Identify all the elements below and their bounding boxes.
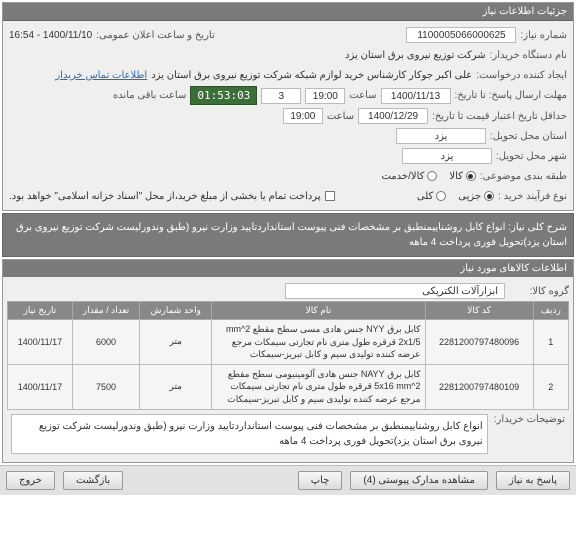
days-value: 3	[261, 88, 301, 104]
time-label-1: ساعت	[349, 90, 376, 101]
row-validity: حداقل تاریخ اعتبار قیمت تا تاریخ: 1400/1…	[9, 106, 567, 126]
deliver-city-label: شهر محل تحویل:	[496, 151, 567, 162]
reply-deadline-date: 1400/11/13	[381, 88, 451, 104]
row-deliver-city: شهر محل تحویل: یزد	[9, 146, 567, 166]
buy-type-radio-group: جزیی کلی	[417, 191, 494, 202]
items-table: ردیف کد کالا نام کالا واحد شمارش تعداد /…	[7, 301, 569, 410]
validity-label: حداقل تاریخ اعتبار قیمت تا تاریخ:	[432, 111, 567, 122]
radio-icon	[466, 171, 476, 181]
buy-type-opt-0: جزیی	[458, 191, 481, 202]
group-label: گروه کالا:	[509, 286, 569, 297]
buy-type-label: نوع فرآیند خرید :	[498, 191, 567, 202]
buyer-org-value: شرکت توزیع نیروی برق استان یزد	[345, 50, 486, 61]
radio-icon	[427, 171, 437, 181]
group-row: گروه کالا: ابزارآلات الکتریکی	[7, 281, 569, 301]
validity-time: 19:00	[283, 108, 323, 124]
explain-label: توضیحات خریدار:	[494, 414, 565, 425]
explain-text: انواع کابل روشناییمنطبق بر مشخصات فنی پی…	[11, 414, 488, 454]
class-label: طبقه بندی موضوعی:	[480, 171, 567, 182]
col-unit: واحد شمارش	[140, 302, 212, 320]
row-need-no: شماره نیاز: 1100005066000625 تاریخ و ساع…	[9, 25, 567, 45]
requester-label: ایجاد کننده درخواست:	[476, 70, 567, 81]
table-row: 22281200797480109کابل برق NAYY جنس هادی …	[8, 364, 569, 409]
cell-unit: متر	[140, 364, 212, 409]
items-header: اطلاعات کالاهای مورد نیاز	[3, 260, 573, 277]
docs-button[interactable]: مشاهده مدارک پیوستی (4)	[350, 471, 488, 490]
row-deliver-province: استان محل تحویل: یزد	[9, 126, 567, 146]
buy-type-radio-1[interactable]: جزیی	[458, 191, 494, 202]
reply-button[interactable]: پاسخ به نیاز	[496, 471, 570, 490]
deliver-city-value: یزد	[402, 148, 492, 164]
reply-deadline-time: 19:00	[305, 88, 345, 104]
items-panel: اطلاعات کالاهای مورد نیاز گروه کالا: ابز…	[2, 259, 574, 463]
overview-box: شرح کلی نیاز: انواع کابل روشناییمنطبق بر…	[2, 213, 574, 257]
buy-type-radio-2[interactable]: کلی	[417, 191, 446, 202]
cell-date: 1400/11/17	[8, 364, 73, 409]
overview-label: شرح کلی نیاز:	[508, 222, 567, 233]
deliver-province-value: یزد	[396, 128, 486, 144]
main-panel: جزئیات اطلاعات نیاز شماره نیاز: 11000050…	[2, 2, 574, 211]
back-button[interactable]: بازگشت	[63, 471, 123, 490]
need-no-value: 1100005066000625	[406, 27, 516, 43]
class-opt-0: کالا	[449, 171, 463, 182]
print-button[interactable]: چاپ	[298, 471, 343, 490]
info-body: شماره نیاز: 1100005066000625 تاریخ و ساع…	[3, 21, 573, 210]
cell-name: کابل برق NAYY جنس هادی آلومینیومی سطح مق…	[212, 364, 425, 409]
class-opt-1: کالا/خدمت	[381, 171, 424, 182]
button-bar: پاسخ به نیاز مشاهده مدارک پیوستی (4) چاپ…	[0, 465, 576, 495]
cell-qty: 6000	[72, 320, 139, 365]
class-radio-2[interactable]: کالا/خدمت	[381, 171, 437, 182]
col-idx: ردیف	[533, 302, 568, 320]
class-radio-1[interactable]: کالا	[449, 171, 476, 182]
countdown-timer: 01:53:03	[190, 86, 257, 105]
cell-idx: 1	[533, 320, 568, 365]
requester-value: علی اکبر جوکار کارشناس خرید لوازم شبکه ش…	[151, 70, 472, 81]
reply-deadline-label: مهلت ارسال پاسخ: تا تاریخ:	[455, 90, 567, 101]
validity-date: 1400/12/29	[358, 108, 428, 124]
radio-icon	[484, 191, 494, 201]
row-class: طبقه بندی موضوعی: کالا کالا/خدمت	[9, 166, 567, 186]
group-value: ابزارآلات الکتریکی	[285, 283, 505, 299]
remaining-label: ساعت باقی مانده	[113, 90, 186, 101]
exit-button[interactable]: خروج	[6, 471, 55, 490]
row-requester: ایجاد کننده درخواست: علی اکبر جوکار کارش…	[9, 65, 567, 85]
cell-name: کابل برق NYY جنس هادی مسی سطح مقطع mm^2 …	[212, 320, 425, 365]
need-no-label: شماره نیاز:	[520, 30, 567, 41]
row-reply-deadline: مهلت ارسال پاسخ: تا تاریخ: 1400/11/13 سا…	[9, 85, 567, 106]
time-label-2: ساعت	[327, 111, 354, 122]
cell-code: 2281200797480096	[425, 320, 533, 365]
pub-datetime-value: 1400/11/10 - 16:54	[9, 30, 92, 41]
deliver-province-label: استان محل تحویل:	[490, 131, 567, 142]
class-radio-group: کالا کالا/خدمت	[381, 171, 475, 182]
row-buy-type: نوع فرآیند خرید : جزیی کلی پرداخت تمام ی…	[9, 186, 567, 206]
cell-unit: متر	[140, 320, 212, 365]
payment-note: پرداخت تمام یا بخشی از مبلغ خرید،از محل …	[9, 191, 321, 202]
col-name: نام کالا	[212, 302, 425, 320]
cell-idx: 2	[533, 364, 568, 409]
explain-row: توضیحات خریدار: انواع کابل روشناییمنطبق …	[7, 410, 569, 458]
cell-date: 1400/11/17	[8, 320, 73, 365]
col-qty: تعداد / مقدار	[72, 302, 139, 320]
cell-code: 2281200797480109	[425, 364, 533, 409]
radio-icon	[436, 191, 446, 201]
overview-text: انواع کابل روشناییمنطبق بر مشخصات فنی پی…	[16, 222, 567, 248]
panel-title: جزئیات اطلاعات نیاز	[3, 3, 573, 21]
table-row: 12281200797480096کابل برق NYY جنس هادی م…	[8, 320, 569, 365]
cell-qty: 7500	[72, 364, 139, 409]
row-buyer-org: نام دستگاه خریدار: شرکت توزیع نیروی برق …	[9, 45, 567, 65]
contact-link[interactable]: اطلاعات تماس خریدار	[55, 70, 147, 81]
buy-type-opt-1: کلی	[417, 191, 433, 202]
col-code: کد کالا	[425, 302, 533, 320]
col-date: تاریخ نیاز	[8, 302, 73, 320]
buyer-org-label: نام دستگاه خریدار:	[490, 50, 567, 61]
payment-checkbox[interactable]	[325, 191, 335, 201]
pub-datetime-label: تاریخ و ساعت اعلان عمومی:	[96, 30, 215, 41]
table-header-row: ردیف کد کالا نام کالا واحد شمارش تعداد /…	[8, 302, 569, 320]
